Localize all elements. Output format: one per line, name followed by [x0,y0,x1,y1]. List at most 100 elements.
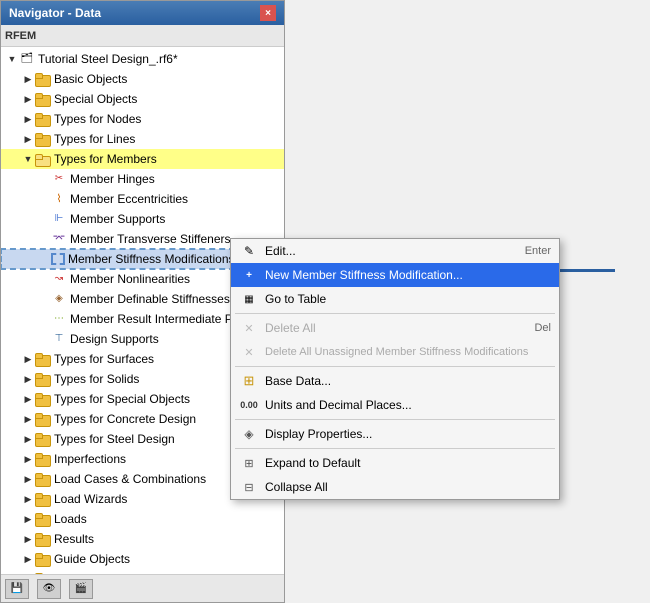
types-members-arrow[interactable] [21,152,35,166]
goto-table-icon: ▦ [239,289,259,309]
display-props-label: Display Properties... [265,427,551,441]
load-cases-icon [35,472,51,486]
load-wizards-arrow[interactable] [21,492,35,506]
separator-4 [235,448,555,449]
special-objects-arrow[interactable] [21,92,35,106]
tree-item-basic-objects[interactable]: Basic Objects [1,69,284,89]
types-special-arrow[interactable] [21,392,35,406]
context-menu-delete-all[interactable]: ✕ Delete All Del [231,316,559,340]
load-cases-label: Load Cases & Combinations [54,472,206,486]
special-objects-label: Special Objects [54,92,137,106]
member-nonlinearities-icon: ↝ [51,272,67,286]
delete-all-label: Delete All [265,321,514,335]
types-surfaces-label: Types for Surfaces [54,352,154,366]
root-label: Tutorial Steel Design_.rf6* [38,52,178,66]
types-solids-label: Types for Solids [54,372,139,386]
tree-item-types-nodes[interactable]: Types for Nodes [1,109,284,129]
base-data-label: Base Data... [265,374,551,388]
close-button[interactable]: × [260,5,276,21]
imperfections-icon [35,452,51,466]
tree-item-member-eccentricities[interactable]: ⌇ Member Eccentricities [1,189,284,209]
record-button[interactable]: 🎬 [69,579,93,599]
context-menu-base-data[interactable]: ⊞ Base Data... [231,369,559,393]
member-eccentricities-label: Member Eccentricities [70,192,188,206]
collapse-icon: ⊟ [239,477,259,497]
tree-item-member-supports[interactable]: ⊩ Member Supports [1,209,284,229]
guide-objects-arrow[interactable] [21,552,35,566]
expand-icon: ⊞ [239,453,259,473]
tree-item-special-objects[interactable]: Special Objects [1,89,284,109]
types-steel-icon [35,432,51,446]
save-button[interactable]: 💾 [5,579,29,599]
guide-objects-label: Guide Objects [54,552,130,566]
member-hinges-label: Member Hinges [70,172,155,186]
design-supports-arrow [37,332,51,346]
types-lines-icon [35,132,51,146]
results-arrow[interactable] [21,532,35,546]
edit-icon: ✎ [239,241,259,261]
context-menu-expand[interactable]: ⊞ Expand to Default [231,451,559,475]
loads-arrow[interactable] [21,512,35,526]
tree-item-loads[interactable]: Loads [1,509,284,529]
separator-1 [235,313,555,314]
types-surfaces-arrow[interactable] [21,352,35,366]
results-label: Results [54,532,94,546]
member-nonlinearities-label: Member Nonlinearities [70,272,190,286]
tree-item-member-hinges[interactable]: ✂ Member Hinges [1,169,284,189]
types-nodes-arrow[interactable] [21,112,35,126]
context-menu-edit[interactable]: ✎ Edit... Enter [231,239,559,263]
window-title: Navigator - Data [9,6,101,20]
rfem-toolbar: RFEM [1,25,284,47]
member-transverse-arrow [37,232,51,246]
separator-2 [235,366,555,367]
member-eccentricities-icon: ⌇ [51,192,67,206]
context-menu: ✎ Edit... Enter + New Member Stiffness M… [230,238,560,500]
types-lines-arrow[interactable] [21,132,35,146]
separator-3 [235,419,555,420]
context-menu-display-props[interactable]: ◈ Display Properties... [231,422,559,446]
types-solids-arrow[interactable] [21,372,35,386]
member-result-arrow [37,312,51,326]
context-menu-goto-table[interactable]: ▦ Go to Table [231,287,559,311]
imperfections-arrow[interactable] [21,452,35,466]
tree-root[interactable]: 🗂 Tutorial Steel Design_.rf6* [1,49,284,69]
loads-icon [35,512,51,526]
context-menu-delete-unassigned[interactable]: ✕ Delete All Unassigned Member Stiffness… [231,340,559,364]
types-members-icon [35,152,51,166]
edit-shortcut: Enter [525,245,551,257]
tree-item-types-members[interactable]: Types for Members [1,149,284,169]
expand-label: Expand to Default [265,456,551,470]
member-transverse-label: Member Transverse Stiffeners [70,232,231,246]
types-special-label: Types for Special Objects [54,392,190,406]
guide-objects-icon [35,552,51,566]
edit-label: Edit... [265,244,505,258]
display-props-icon: ◈ [239,424,259,444]
delete-all-icon: ✕ [239,318,259,338]
tree-item-results[interactable]: Results [1,529,284,549]
design-supports-icon: ⊤ [51,332,67,346]
status-bar: 💾 👁 🎬 [1,574,284,602]
results-icon [35,532,51,546]
base-data-icon: ⊞ [239,371,259,391]
types-steel-arrow[interactable] [21,432,35,446]
member-transverse-icon: ⌤ [51,232,67,246]
tree-item-types-lines[interactable]: Types for Lines [1,129,284,149]
types-concrete-arrow[interactable] [21,412,35,426]
member-definable-icon: ◈ [51,292,67,306]
load-cases-arrow[interactable] [21,472,35,486]
types-members-label: Types for Members [54,152,157,166]
imperfections-label: Imperfections [54,452,126,466]
tree-item-guide-objects[interactable]: Guide Objects [1,549,284,569]
rfem-label: RFEM [5,30,36,42]
context-menu-units[interactable]: 0.00 Units and Decimal Places... [231,393,559,417]
new-stiffness-label: New Member Stiffness Modification... [265,268,551,282]
context-menu-collapse[interactable]: ⊟ Collapse All [231,475,559,499]
member-result-icon: ⋯ [51,312,67,326]
member-definable-arrow [37,292,51,306]
basic-objects-arrow[interactable] [21,72,35,86]
root-expand-arrow[interactable] [5,52,19,66]
types-lines-label: Types for Lines [54,132,135,146]
view-button[interactable]: 👁 [37,579,61,599]
context-menu-new-stiffness[interactable]: + New Member Stiffness Modification... [231,263,559,287]
member-supports-label: Member Supports [70,212,165,226]
